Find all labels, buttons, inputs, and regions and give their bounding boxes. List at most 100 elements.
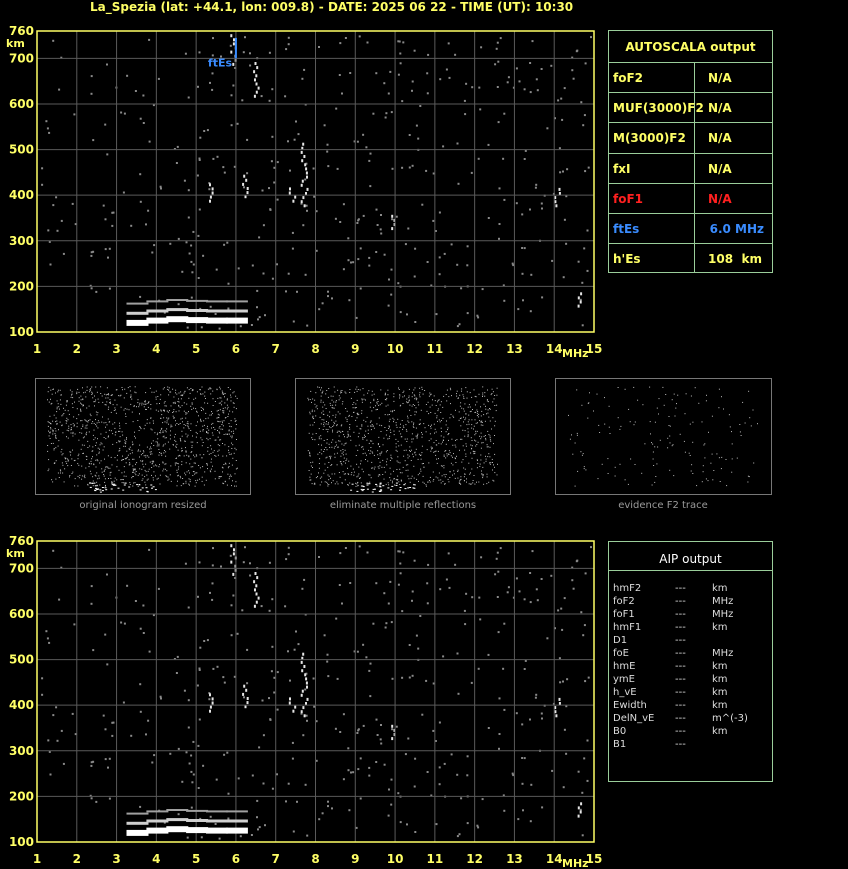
noise-speckle	[104, 728, 107, 731]
thumbnail-caption-original: original ionogram resized	[79, 500, 207, 511]
noise-speckle	[551, 769, 554, 772]
noise-speckle	[208, 698, 211, 701]
noise-speckle	[321, 302, 324, 305]
noise-speckle	[246, 682, 249, 685]
noise-speckle	[397, 40, 400, 43]
noise-speckle	[192, 773, 195, 776]
es-trace-point	[126, 319, 149, 326]
echo-trace	[255, 90, 258, 94]
noise-speckle	[151, 761, 154, 764]
noise-speckle	[487, 727, 490, 729]
autoscala-row-name: MUF(3000)F2	[613, 101, 704, 116]
aip-row-name: foF2	[613, 596, 635, 607]
noise-speckle	[198, 718, 201, 721]
noise-speckle	[139, 295, 142, 298]
noise-speckle	[104, 248, 107, 251]
echo-trace	[558, 702, 561, 705]
noise-speckle	[583, 624, 586, 627]
echo-trace	[303, 714, 306, 718]
noise-speckle	[47, 739, 50, 742]
noise-speckle	[160, 187, 162, 190]
noise-speckle	[285, 558, 288, 561]
aip-row-value: ---	[675, 648, 686, 659]
noise-speckle	[498, 697, 501, 700]
echo-trace	[209, 709, 211, 713]
noise-speckle	[269, 718, 272, 721]
noise-speckle	[339, 731, 342, 733]
noise-speckle	[212, 547, 214, 550]
noise-speckle	[458, 833, 461, 836]
noise-speckle	[507, 76, 510, 79]
noise-speckle	[577, 770, 580, 773]
noise-speckle	[229, 44, 232, 47]
noise-speckle	[362, 214, 365, 217]
noise-speckle	[134, 90, 137, 92]
noise-speckle	[145, 733, 147, 736]
noise-speckle	[341, 602, 343, 605]
noise-speckle	[212, 157, 215, 160]
echo-trace	[305, 702, 307, 705]
noise-speckle	[415, 634, 418, 637]
noise-speckle	[550, 574, 553, 577]
noise-speckle	[499, 547, 502, 550]
echo-trace	[294, 705, 297, 709]
noise-speckle	[391, 218, 394, 221]
noise-speckle	[297, 643, 300, 646]
noise-speckle	[237, 777, 240, 780]
noise-speckle	[289, 679, 291, 682]
noise-speckle	[41, 167, 44, 170]
es-second-hop-point	[225, 819, 248, 823]
noise-speckle	[481, 798, 484, 801]
noise-speckle	[41, 693, 44, 696]
noise-speckle	[535, 693, 538, 696]
echo-trace	[209, 199, 211, 203]
noise-speckle	[479, 108, 482, 111]
noise-speckle	[375, 582, 378, 585]
noise-speckle	[120, 111, 123, 114]
echo-trace	[230, 34, 233, 38]
x-tick-label: 4	[152, 852, 160, 866]
noise-speckle	[230, 634, 233, 637]
y-unit-label: km	[6, 37, 25, 50]
echo-trace	[577, 814, 580, 818]
noise-speckle	[188, 762, 191, 765]
noise-speckle	[521, 757, 524, 759]
y-unit-label: km	[6, 547, 25, 560]
noise-speckle	[287, 553, 290, 556]
noise-speckle	[227, 792, 230, 795]
noise-speckle	[558, 147, 561, 150]
noise-speckle	[521, 782, 524, 785]
noise-speckle	[268, 609, 271, 612]
noise-speckle	[477, 667, 480, 670]
x-tick-label: 4	[152, 342, 160, 356]
noise-speckle	[498, 187, 501, 190]
noise-speckle	[515, 712, 518, 715]
noise-speckle	[342, 713, 345, 716]
noise-speckle	[466, 245, 469, 248]
noise-speckle	[529, 820, 532, 823]
noise-speckle	[338, 74, 341, 76]
noise-speckle	[139, 627, 142, 630]
noise-speckle	[215, 778, 218, 781]
noise-speckle	[523, 668, 526, 670]
noise-speckle	[411, 80, 414, 83]
noise-speckle	[584, 170, 587, 173]
noise-speckle	[196, 684, 199, 687]
echo-trace	[302, 706, 305, 710]
noise-speckle	[287, 140, 289, 143]
noise-speckle	[413, 275, 416, 278]
noise-speckle	[521, 723, 524, 726]
noise-speckle	[336, 167, 339, 170]
x-tick-label: 12	[466, 342, 483, 356]
noise-speckle	[531, 550, 534, 553]
noise-speckle	[142, 632, 145, 634]
noise-speckle	[46, 127, 49, 130]
noise-speckle	[503, 708, 506, 711]
noise-speckle	[108, 287, 111, 290]
noise-speckle	[466, 264, 469, 267]
noise-speckle	[356, 140, 359, 143]
noise-speckle	[466, 774, 469, 777]
x-tick-label: 6	[232, 852, 240, 866]
noise-speckle	[426, 771, 429, 773]
noise-speckle	[334, 217, 337, 220]
